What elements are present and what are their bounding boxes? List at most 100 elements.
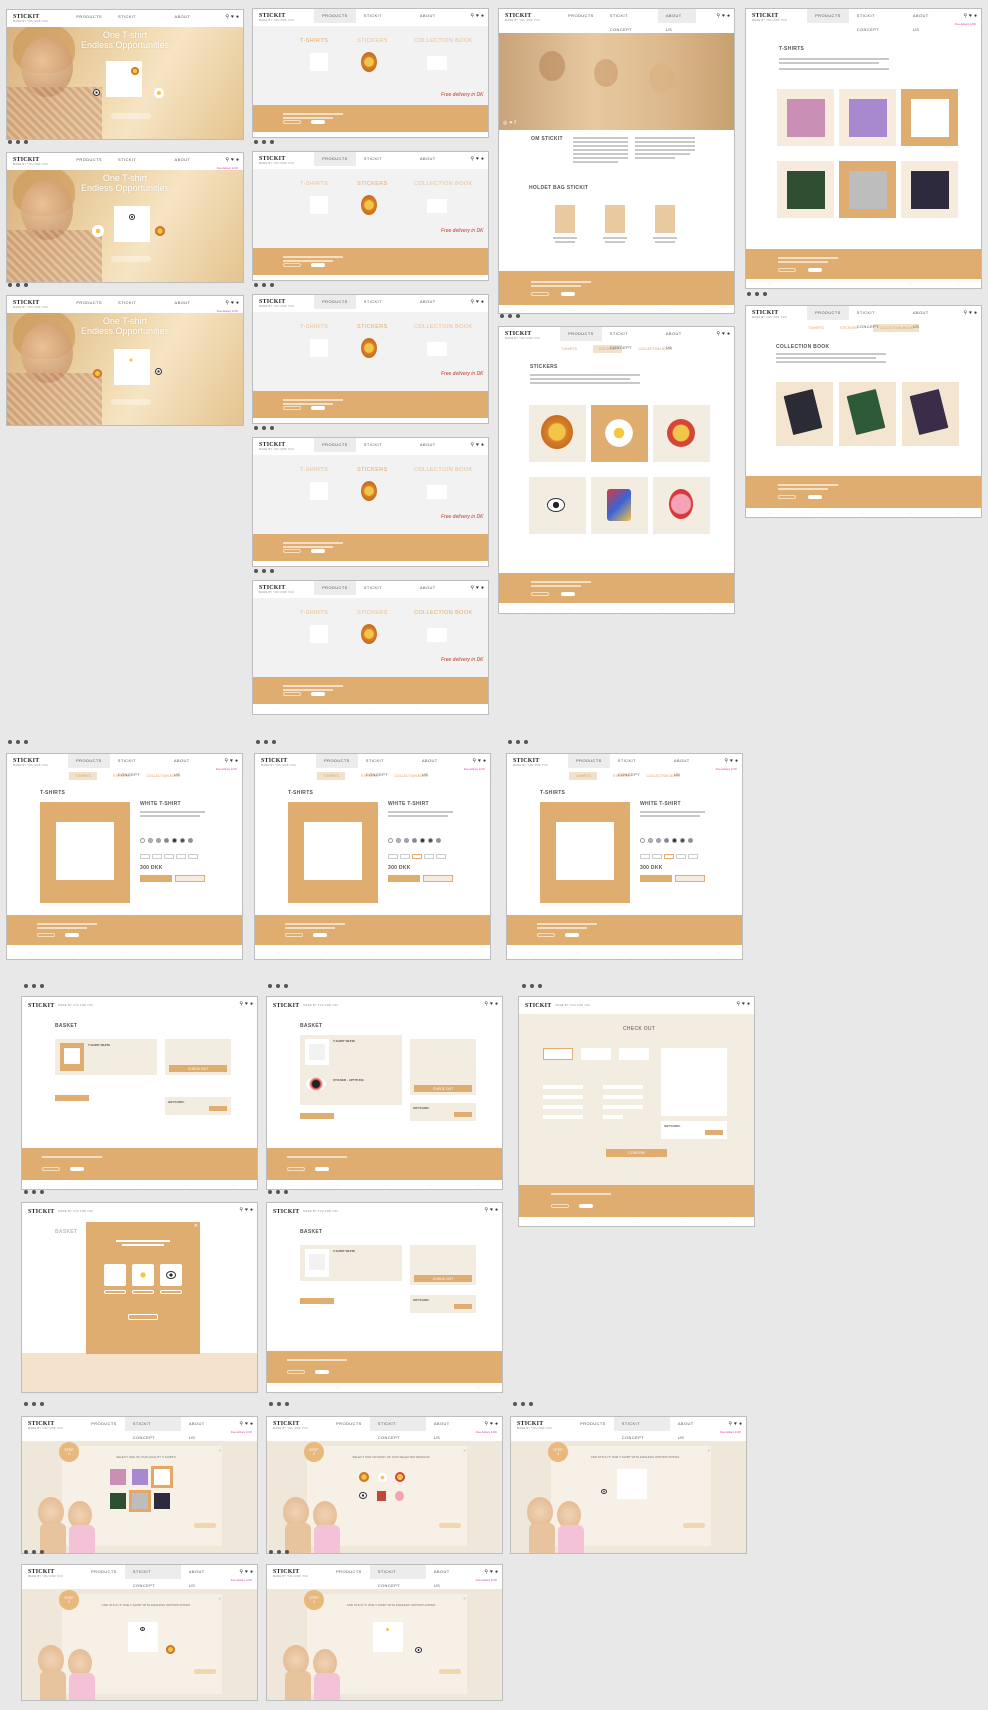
next-step-button[interactable] bbox=[439, 1669, 461, 1674]
size-option[interactable] bbox=[388, 854, 398, 859]
cart-icon[interactable]: ♥ bbox=[245, 1208, 248, 1213]
sticker-option[interactable] bbox=[377, 1491, 386, 1501]
promo-link[interactable]: Free delivery in DK bbox=[476, 1431, 497, 1434]
user-icon[interactable]: ● bbox=[727, 332, 730, 337]
product-card[interactable] bbox=[839, 89, 896, 146]
category-stickers[interactable]: STICKERS bbox=[357, 610, 388, 616]
nav-products[interactable]: PRODUCTS bbox=[314, 152, 356, 166]
confirm-button[interactable]: CONFIRM bbox=[606, 1149, 667, 1157]
tshirt-option[interactable] bbox=[132, 1469, 148, 1486]
color-swatch[interactable] bbox=[188, 838, 193, 843]
tshirt-option[interactable] bbox=[151, 1466, 173, 1488]
checkout-button[interactable]: CHECK OUT bbox=[414, 1085, 472, 1092]
size-option[interactable] bbox=[140, 854, 150, 859]
eye-sticker[interactable] bbox=[415, 1647, 422, 1653]
search-icon[interactable]: ⚲ bbox=[484, 1208, 488, 1213]
cart-icon[interactable]: ♥ bbox=[230, 759, 233, 764]
checkout-button[interactable]: CHECK OUT bbox=[414, 1275, 472, 1282]
size-option[interactable] bbox=[412, 854, 422, 859]
search-icon[interactable]: ⚲ bbox=[963, 311, 967, 316]
nav-about[interactable]: ABOUT US bbox=[412, 152, 451, 175]
cart-icon[interactable]: ♥ bbox=[245, 1002, 248, 1007]
user-icon[interactable]: ● bbox=[250, 1002, 253, 1007]
user-icon[interactable]: ● bbox=[495, 1208, 498, 1213]
size-option[interactable] bbox=[676, 854, 686, 859]
search-icon[interactable]: ⚲ bbox=[484, 1570, 488, 1575]
nav-about[interactable]: ABOUT US bbox=[181, 1565, 220, 1588]
color-swatch[interactable] bbox=[164, 838, 169, 843]
nav-products[interactable]: PRODUCTS bbox=[572, 1417, 614, 1431]
sticker-card[interactable] bbox=[653, 405, 710, 462]
promo-link[interactable]: Free delivery in DK bbox=[231, 1431, 252, 1434]
category-tshirts[interactable]: T-SHIRTS bbox=[300, 610, 328, 616]
category-book[interactable]: COLLECTION BOOK bbox=[414, 467, 473, 473]
close-icon[interactable]: ✕ bbox=[463, 1448, 466, 1453]
nav-concept[interactable]: STICKIT CONCEPT bbox=[110, 754, 166, 777]
nav-about[interactable]: ABOUT US bbox=[166, 754, 205, 777]
category-book[interactable]: COLLECTION BOOK bbox=[414, 610, 473, 616]
search-icon[interactable]: ⚲ bbox=[724, 759, 728, 764]
search-icon[interactable]: ⚲ bbox=[470, 586, 474, 591]
color-swatch[interactable] bbox=[680, 838, 685, 843]
cart-icon[interactable]: ♥ bbox=[231, 15, 234, 20]
hero-cta-button[interactable] bbox=[110, 399, 151, 405]
user-icon[interactable]: ● bbox=[481, 443, 484, 448]
size-option[interactable] bbox=[188, 854, 198, 859]
nav-about[interactable]: ABOUT US bbox=[412, 295, 451, 318]
color-swatch[interactable] bbox=[412, 838, 417, 843]
nav-about[interactable]: ABOUT US bbox=[181, 1417, 220, 1440]
payment-applepay-option[interactable] bbox=[619, 1048, 649, 1060]
sticker-card[interactable] bbox=[591, 405, 648, 462]
promo-link[interactable]: Free delivery in DK bbox=[716, 768, 737, 771]
user-icon[interactable]: ● bbox=[250, 1208, 253, 1213]
add-to-basket-button[interactable] bbox=[640, 875, 672, 882]
size-option[interactable] bbox=[688, 854, 698, 859]
promo-link[interactable]: Free delivery in DK bbox=[216, 768, 237, 771]
size-option[interactable] bbox=[164, 854, 174, 859]
category-book[interactable]: COLLECTION BOOK bbox=[414, 324, 473, 330]
cart-icon[interactable]: ♥ bbox=[490, 1422, 493, 1427]
category-tshirts[interactable]: T-SHIRTS bbox=[300, 181, 328, 187]
cvc-field[interactable] bbox=[603, 1115, 623, 1119]
book-card[interactable] bbox=[839, 382, 896, 446]
add-sticker-button[interactable] bbox=[675, 875, 705, 882]
nav-concept[interactable]: STICKIT CONCEPT bbox=[110, 296, 166, 319]
cart-icon[interactable]: ♥ bbox=[722, 14, 725, 19]
address-field[interactable] bbox=[543, 1095, 583, 1099]
cart-icon[interactable]: ♥ bbox=[231, 301, 234, 306]
add-to-basket-button[interactable] bbox=[388, 875, 420, 882]
nav-products[interactable]: PRODUCTS bbox=[807, 9, 849, 23]
tshirt-option[interactable] bbox=[110, 1469, 126, 1486]
nav-concept[interactable]: STICKIT CONCEPT bbox=[356, 9, 412, 32]
size-option[interactable] bbox=[400, 854, 410, 859]
cart-icon[interactable]: ♥ bbox=[722, 332, 725, 337]
logo[interactable]: STICKIT bbox=[273, 1003, 299, 1009]
nav-about[interactable]: ABOUT US bbox=[167, 10, 206, 33]
color-swatch[interactable] bbox=[172, 838, 177, 843]
nav-concept[interactable]: STICKIT CONCEPT bbox=[356, 581, 412, 604]
user-icon[interactable]: ● bbox=[481, 300, 484, 305]
hero-cta-button[interactable] bbox=[110, 113, 151, 119]
user-icon[interactable]: ● bbox=[495, 1422, 498, 1427]
user-icon[interactable]: ● bbox=[495, 1570, 498, 1575]
category-tshirts[interactable]: T-SHIRTS bbox=[300, 467, 328, 473]
cart-icon[interactable]: ♥ bbox=[245, 1570, 248, 1575]
user-icon[interactable]: ● bbox=[236, 158, 239, 163]
user-icon[interactable]: ● bbox=[483, 759, 486, 764]
search-icon[interactable]: ⚲ bbox=[224, 759, 228, 764]
color-swatch[interactable] bbox=[648, 838, 653, 843]
book-card[interactable] bbox=[776, 382, 833, 446]
tab-tshirts[interactable]: T-SHIRTS bbox=[569, 772, 597, 780]
search-icon[interactable]: ⚲ bbox=[470, 157, 474, 162]
color-swatch[interactable] bbox=[656, 838, 661, 843]
nav-products[interactable]: PRODUCTS bbox=[314, 295, 356, 309]
user-icon[interactable]: ● bbox=[236, 301, 239, 306]
giftcard-apply-button[interactable] bbox=[454, 1112, 472, 1117]
size-option[interactable] bbox=[664, 854, 674, 859]
nav-about[interactable]: ABOUT US bbox=[426, 1565, 465, 1588]
name-field[interactable] bbox=[543, 1085, 583, 1089]
search-icon[interactable]: ⚲ bbox=[225, 301, 229, 306]
add-sticker-button[interactable] bbox=[423, 875, 453, 882]
expiry-field[interactable] bbox=[603, 1105, 643, 1109]
sticker-card[interactable] bbox=[529, 477, 586, 534]
